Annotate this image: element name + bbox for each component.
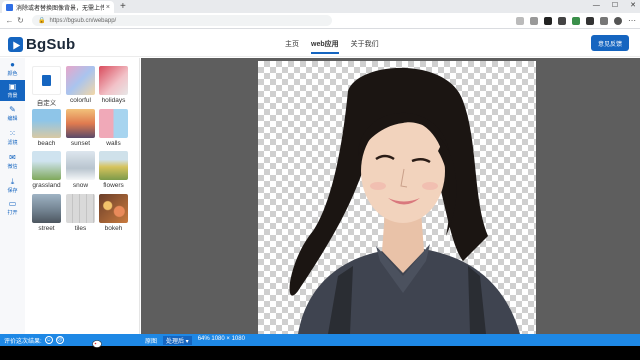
- rail-item-background[interactable]: ▣ 背景: [0, 80, 25, 101]
- url-text: https://bgsub.cn/webapp/: [49, 17, 117, 24]
- bg-tile-beach[interactable]: beach: [32, 109, 61, 150]
- mouse-cursor-icon: [92, 340, 102, 348]
- lock-icon: 🔒: [38, 18, 46, 24]
- rail-item-edit[interactable]: ✎ 编辑: [0, 105, 25, 123]
- document-icon: [42, 75, 51, 86]
- bg-tile-holidays[interactable]: holidays: [99, 66, 128, 107]
- bg-tile-sunset[interactable]: sunset: [66, 109, 95, 150]
- tile-label: 自定义: [36, 100, 57, 107]
- profile-avatar[interactable]: [614, 16, 622, 25]
- tile-label: tiles: [74, 225, 87, 232]
- refresh-icon[interactable]: ↻: [15, 16, 26, 25]
- back-icon[interactable]: ←: [4, 16, 15, 25]
- rail-label: 颜色: [7, 71, 18, 77]
- rail-label: 背景: [7, 93, 18, 99]
- bg-tile-street[interactable]: street: [32, 194, 61, 235]
- nav-about[interactable]: 关于我们: [351, 39, 379, 54]
- nav-home[interactable]: 主页: [285, 39, 299, 54]
- bg-tile-flowers[interactable]: flowers: [99, 151, 128, 192]
- rate-label: 评价这次结果:: [4, 338, 42, 345]
- favorites-icon[interactable]: [530, 16, 538, 25]
- address-bar: ← ↻ 🔒 https://bgsub.cn/webapp/ ⋯: [0, 13, 640, 29]
- top-nav: 主页 web应用 关于我们: [285, 39, 379, 54]
- close-tab-icon[interactable]: ×: [106, 4, 110, 11]
- frown-icon[interactable]: ☹: [55, 336, 64, 344]
- rail-item-filter[interactable]: ⁙ 滤镜: [0, 129, 25, 147]
- edited-image[interactable]: [258, 61, 536, 334]
- rail-label: 打开: [7, 210, 18, 216]
- bg-tile-tiles[interactable]: tiles: [66, 194, 95, 235]
- wechat-icon: ✉: [9, 153, 16, 162]
- custom-upload-thumb: [32, 66, 61, 95]
- minimize-button[interactable]: —: [593, 0, 600, 12]
- save-icon: ⤓: [10, 177, 15, 186]
- extensions-toolbar: ⋯: [516, 16, 636, 25]
- tile-label: sunset: [70, 140, 91, 147]
- more-icon[interactable]: ⋯: [628, 16, 636, 25]
- palette-icon: ●: [10, 60, 15, 69]
- maximize-button[interactable]: ☐: [612, 0, 618, 12]
- tile-label: holidays: [101, 97, 126, 104]
- logo[interactable]: BgSub: [8, 36, 75, 53]
- logo-mark-icon: [8, 37, 23, 52]
- smile-icon[interactable]: ☺: [44, 336, 53, 344]
- collections-icon[interactable]: [600, 16, 608, 25]
- browser-tab[interactable]: 消除或者替换图像背景，无需上传 ×: [2, 1, 114, 13]
- bg-tile-bokeh[interactable]: bokeh: [99, 194, 128, 235]
- feedback-button[interactable]: 意见反馈: [591, 35, 629, 51]
- bg-tile-colorful[interactable]: colorful: [66, 66, 95, 107]
- tile-label: walls: [106, 140, 121, 147]
- rail-label: 微信: [7, 164, 18, 170]
- extension-icon[interactable]: [586, 16, 594, 25]
- tile-label: street: [38, 225, 55, 232]
- extension-icon[interactable]: [558, 16, 566, 25]
- subject-photo: [289, 67, 520, 334]
- original-view-button[interactable]: 原图: [145, 336, 157, 345]
- reader-icon[interactable]: [516, 16, 524, 25]
- rail-item-open[interactable]: ▭ 打开: [0, 199, 25, 217]
- bg-tile-snow[interactable]: snow: [66, 151, 95, 192]
- new-tab-button[interactable]: +: [120, 1, 126, 13]
- rail-item-save[interactable]: ⤓ 保存: [0, 177, 25, 195]
- processed-view-dropdown[interactable]: 处理后 ▾: [163, 335, 192, 345]
- site-favicon-icon: [6, 3, 13, 11]
- tile-label: colorful: [70, 97, 91, 104]
- os-taskbar: [0, 346, 640, 360]
- image-icon: ▣: [8, 82, 17, 91]
- logo-text: BgSub: [26, 36, 76, 53]
- tile-label: snow: [72, 182, 89, 189]
- canvas-area: [141, 58, 640, 334]
- tile-label: grassland: [32, 182, 61, 189]
- rail-item-wechat[interactable]: ✉ 微信: [0, 153, 25, 171]
- tool-rail: ● 颜色 ▣ 背景 ✎ 编辑 ⁙ 滤镜 ✉ 微信 ⤓ 保存 ▭ 打开: [0, 58, 25, 334]
- tab-title: 消除或者替换图像背景，无需上传: [16, 5, 104, 12]
- close-window-button[interactable]: ✕: [630, 0, 636, 12]
- bg-tile-grassland[interactable]: grassland: [32, 151, 61, 192]
- browser-tab-bar: 消除或者替换图像背景，无需上传 × + — ☐ ✕: [0, 0, 640, 13]
- brush-icon: ✎: [9, 105, 16, 114]
- url-field[interactable]: 🔒 https://bgsub.cn/webapp/: [32, 15, 332, 26]
- tile-label: beach: [37, 140, 56, 147]
- extension-icon[interactable]: [544, 16, 552, 25]
- nav-webapp[interactable]: web应用: [311, 39, 339, 54]
- filter-icon: ⁙: [9, 129, 16, 138]
- bg-tile-custom[interactable]: 自定义: [32, 66, 61, 107]
- tile-label: bokeh: [104, 225, 123, 232]
- rail-label: 滤镜: [7, 140, 18, 146]
- folder-icon: ▭: [8, 199, 17, 208]
- tile-label: flowers: [103, 182, 124, 189]
- app-header: BgSub 主页 web应用 关于我们 意见反馈: [0, 30, 640, 57]
- rail-label: 编辑: [7, 116, 18, 122]
- window-controls: — ☐ ✕: [593, 0, 636, 12]
- extension-icon[interactable]: [572, 16, 580, 25]
- zoom-size-info: 64% 1080 × 1080: [197, 335, 245, 342]
- bg-tile-walls[interactable]: walls: [99, 109, 128, 150]
- rail-label: 保存: [7, 188, 18, 194]
- background-panel: 自定义 colorful holidays beach sunset walls…: [26, 58, 140, 334]
- rail-item-color[interactable]: ● 颜色: [0, 60, 25, 78]
- view-switcher: 原图 处理后 ▾ 64% 1080 × 1080: [145, 335, 245, 345]
